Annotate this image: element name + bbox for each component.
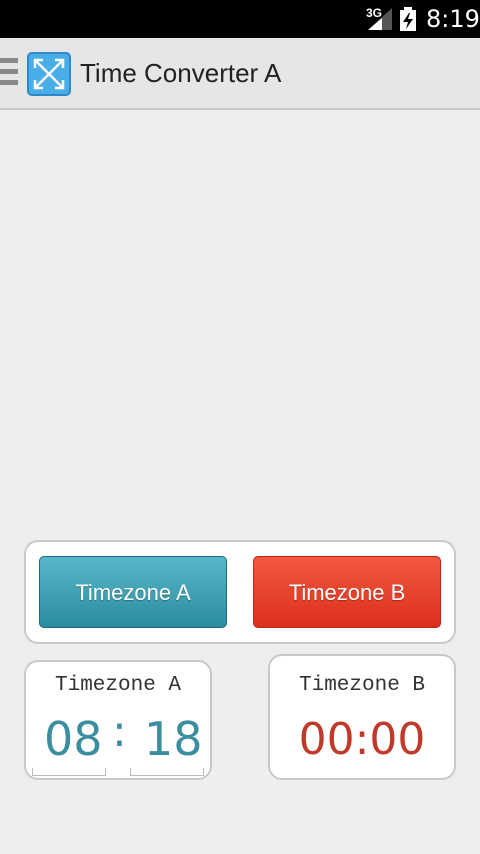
minute-input[interactable]: 18 — [144, 712, 203, 766]
time-separator: : — [112, 706, 127, 757]
timezone-b-time: 00:00 — [298, 714, 426, 765]
timezone-selector-panel: Timezone A Timezone B — [24, 540, 456, 644]
timezone-a-card: Timezone A 08 : 18 — [24, 660, 212, 780]
status-bar: 3G 8:19 — [0, 0, 480, 38]
app-logo-icon[interactable] — [27, 52, 71, 96]
app-title: Time Converter A — [80, 58, 282, 88]
timezone-b-label: Timezone B — [298, 674, 426, 697]
action-bar: Time Converter A — [0, 38, 480, 110]
timezone-a-label: Timezone A — [54, 674, 182, 697]
status-time: 8:19 — [426, 5, 480, 33]
hour-input-underline — [32, 768, 106, 776]
timezone-b-card: Timezone B 00:00 — [268, 654, 456, 780]
drawer-menu-icon[interactable] — [0, 58, 18, 88]
timezone-a-button[interactable]: Timezone A — [39, 556, 227, 628]
battery-charging-icon — [400, 7, 416, 31]
minute-input-underline — [130, 768, 204, 776]
timezone-b-button[interactable]: Timezone B — [253, 556, 441, 628]
signal-icon — [368, 8, 392, 30]
hour-input[interactable]: 08 — [44, 712, 103, 766]
